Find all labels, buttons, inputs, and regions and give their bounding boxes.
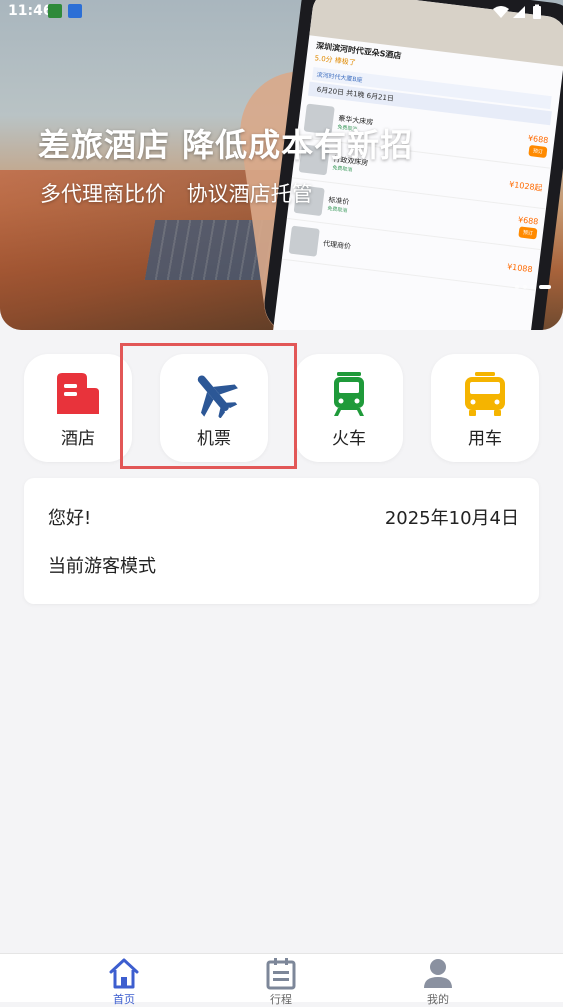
greeting-card: 您好! 2025年10月4日 当前游客模式	[24, 478, 539, 604]
nav-profile[interactable]: 我的	[398, 954, 478, 1006]
notification-paw-icon	[68, 4, 82, 18]
nav-home-label: 首页	[113, 993, 135, 1006]
nav-profile-label: 我的	[427, 993, 449, 1006]
service-hotel-button[interactable]: 酒店	[24, 354, 132, 462]
banner-headline: 差旅酒店 降低成本有新招	[38, 126, 414, 164]
wifi-icon	[493, 6, 509, 18]
carousel-dot	[531, 285, 535, 289]
service-hotel-label: 酒店	[61, 429, 95, 449]
status-time: 11:46	[8, 3, 53, 19]
home-icon	[109, 958, 139, 989]
profile-icon	[424, 959, 452, 988]
nav-trips-label: 行程	[270, 993, 292, 1006]
service-car-button[interactable]: 用车	[431, 354, 539, 462]
guest-mode-text: 当前游客模式	[48, 556, 156, 577]
greeting-date: 2025年10月4日	[384, 508, 519, 529]
carousel-dot	[523, 285, 527, 289]
banner-subline: 多代理商比价 协议酒店托管	[40, 182, 313, 206]
status-bar: 11:46	[0, 0, 563, 24]
service-car-label: 用车	[468, 429, 502, 449]
service-train-label: 火车	[332, 429, 366, 449]
calendar-icon	[266, 958, 296, 990]
bottom-nav: 首页 行程 我的	[0, 953, 563, 1006]
carousel-dot	[515, 285, 519, 289]
service-train-button[interactable]: 火车	[295, 354, 403, 462]
greeting-hello: 您好!	[48, 508, 92, 529]
bus-icon	[465, 372, 505, 416]
notification-app-icon	[48, 4, 62, 18]
carousel-indicator	[515, 285, 551, 289]
system-status-icons	[493, 4, 541, 19]
hero-banner[interactable]: 深圳滨河时代亚朵S酒店 5.0分 棒极了 滨河时代大厦B座 6月20日 共1晚 …	[0, 0, 563, 330]
carousel-dot-active	[539, 285, 551, 289]
train-icon	[334, 372, 364, 416]
highlight-box	[120, 343, 297, 469]
signal-icon	[513, 6, 525, 18]
hotel-icon	[57, 373, 99, 414]
battery-icon	[533, 6, 541, 19]
nav-trips[interactable]: 行程	[241, 954, 321, 1006]
nav-home[interactable]: 首页	[84, 954, 164, 1006]
